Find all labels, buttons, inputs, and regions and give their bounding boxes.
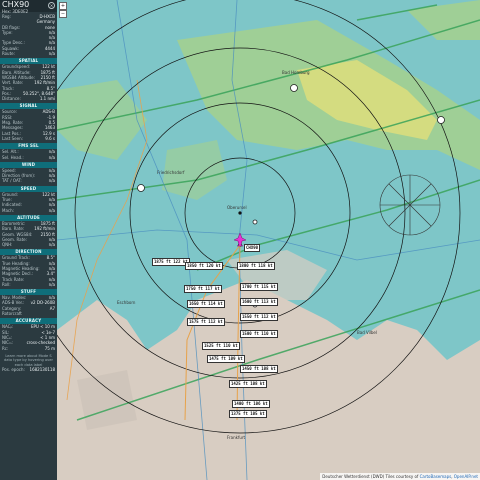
track-label[interactable]: 1750 ft 117 kt: [184, 285, 222, 293]
info-row: Rotorcraft: [0, 311, 57, 316]
info-row: Distance: 1.1 nmi: [0, 96, 57, 101]
track-label[interactable]: 1525 ft 110 kt: [202, 342, 240, 350]
aircraft-info-panel: CHX90 Hex: 3DE0E2 × Reg: D-HXCB Germany DB …: [0, 0, 57, 480]
track-label[interactable]: 1450 ft 108 kt: [240, 365, 278, 373]
pos-epoch-row: Pos. epoch: 1682130118: [0, 367, 57, 372]
row-label: Route:: [2, 51, 15, 57]
map-attribution: Deutscher Wetterdienst (DWD) Tiles court…: [320, 473, 480, 480]
row-label: Sel. Head.:: [2, 154, 24, 160]
row-label: Distance:: [2, 96, 21, 102]
info-note: Learn more about Mode S data type by hov…: [4, 353, 53, 367]
section-altitude: ALTITUDE Barometric: 1875 ft Baro. Rate: 192…: [0, 214, 57, 247]
track-label[interactable]: 1700 ft 115 kt: [240, 283, 278, 291]
zoom-in-button[interactable]: +: [59, 2, 67, 10]
aircraft-label[interactable]: CHX90: [244, 244, 261, 252]
attribution-link-openaip[interactable]: OpenAIP.net: [454, 474, 478, 479]
compass-rose-icon: [379, 174, 441, 236]
zoom-out-button[interactable]: −: [59, 10, 67, 18]
close-icon[interactable]: ×: [48, 2, 55, 9]
panel-sections: Reg: D-HXCB Germany DB flags: none Type: n/a n/…: [0, 14, 57, 351]
row-label: Rotorcraft: [2, 311, 22, 317]
track-label[interactable]: 1400 ft 106 kt: [232, 400, 270, 408]
section-direction: DIRECTION Ground Track: 8.5° True Heading: n…: [0, 249, 57, 287]
track-label[interactable]: 1500 ft 110 kt: [240, 330, 278, 338]
attribution-link-carto[interactable]: CartoBasemaps: [420, 474, 452, 479]
section-signal: SIGNAL Source: ADS-B RSSI: -1.9 Msg. Rate: 0.5…: [0, 103, 57, 141]
track-label[interactable]: 1800 ft 118 kt: [237, 262, 275, 270]
section-fmssel: FMS SEL Sel. Alt.: n/a Sel. Head.: n/a: [0, 143, 57, 160]
row-label: TAT / OAT:: [2, 178, 22, 184]
section-speed: SPEED Ground: 122 kt True: n/a Indicated: n/a M…: [0, 185, 57, 213]
row-value: n/a: [48, 281, 55, 287]
place-label: Bad Homburg: [282, 70, 310, 75]
land-area-3: [77, 370, 137, 430]
row-value: n/a: [48, 51, 55, 57]
zoom-controls: + −: [59, 2, 67, 18]
navaid-icon-1: [290, 84, 298, 92]
row-value: 1.1 nmi: [39, 96, 55, 102]
panel-header: CHX90 Hex: 3DE0E2 ×: [0, 0, 57, 14]
info-row: Mach: n/a: [0, 208, 57, 213]
info-row: Sel. Head.: n/a: [0, 155, 57, 160]
receiver-site-icon: [238, 211, 242, 215]
section-accuracy: ACCURACY NACₚ: EPU < 10 m SIL: < 1e-7 NICₐ: < …: [0, 318, 57, 351]
place-label: Friedrichsdorf: [157, 170, 185, 175]
row-label: Pos. epoch:: [2, 367, 25, 373]
row-value: 75 m: [44, 345, 55, 351]
section-spatial: SPATIAL Groundspeed: 122 kt Baro. Altitude:…: [0, 58, 57, 101]
attribution-text: Deutscher Wetterdienst (DWD) Tiles court…: [322, 474, 420, 479]
row-value: n/a: [48, 154, 55, 160]
row-value: n/a: [48, 207, 55, 213]
info-row: Last Seen: 9.6 s: [0, 136, 57, 141]
place-label: Bad Vilbel: [357, 330, 377, 335]
track-label[interactable]: 1375 ft 105 kt: [229, 410, 267, 418]
track-label[interactable]: 1550 ft 112 kt: [240, 313, 278, 321]
row-label: Reg:: [2, 14, 11, 19]
row-label: QNH:: [2, 242, 13, 248]
navaid-icon-2: [137, 184, 145, 192]
row-value: 9.6 s: [45, 135, 55, 141]
place-label: Oberursel: [227, 205, 247, 210]
track-label[interactable]: 1575 ft 112 kt: [187, 318, 225, 326]
place-label: Frankfurt: [227, 435, 246, 440]
row-value: n/a: [48, 242, 55, 248]
navaid-icon-3: [437, 116, 445, 124]
track-label[interactable]: 1650 ft 114 kt: [187, 300, 225, 308]
navaid-icon-4: [252, 219, 258, 225]
row-value: 1682130118: [29, 367, 55, 373]
section-stuff: STUFF Nav. Modes: n/a ADS-B Ver.: v2 DO-260B…: [0, 289, 57, 316]
info-row: Roll: n/a: [0, 282, 57, 287]
info-row: QNH: n/a: [0, 242, 57, 247]
row-label: Last Seen:: [2, 135, 23, 141]
info-row: Route: n/a: [0, 51, 57, 56]
row-value: n/a: [48, 178, 55, 184]
info-row: TAT / OAT: n/a: [0, 178, 57, 183]
row-value: A7: [49, 305, 55, 311]
track-label[interactable]: 1850 ft 120 kt: [185, 262, 223, 270]
map-canvas[interactable]: [57, 0, 480, 480]
track-label[interactable]: 1475 ft 109 kt: [207, 355, 245, 363]
section-top: Reg: D-HXCB Germany DB flags: none Type: n/a n/…: [0, 14, 57, 56]
map-view[interactable]: + − CHX90 1875 ft 122 kt 1850 ft 120 kt 18…: [57, 0, 480, 480]
track-label[interactable]: 1425 ft 108 kt: [229, 380, 267, 388]
section-wind: WIND Speed: n/a Direction (from): n/a TAT / O…: [0, 161, 57, 184]
row-label: Roll:: [2, 281, 11, 287]
place-label: Eschborn: [117, 300, 136, 305]
track-label[interactable]: 1600 ft 113 kt: [240, 298, 278, 306]
row-label: Mach:: [2, 207, 14, 213]
row-label: Type:: [2, 29, 13, 35]
row-label: Rc:: [2, 345, 9, 351]
